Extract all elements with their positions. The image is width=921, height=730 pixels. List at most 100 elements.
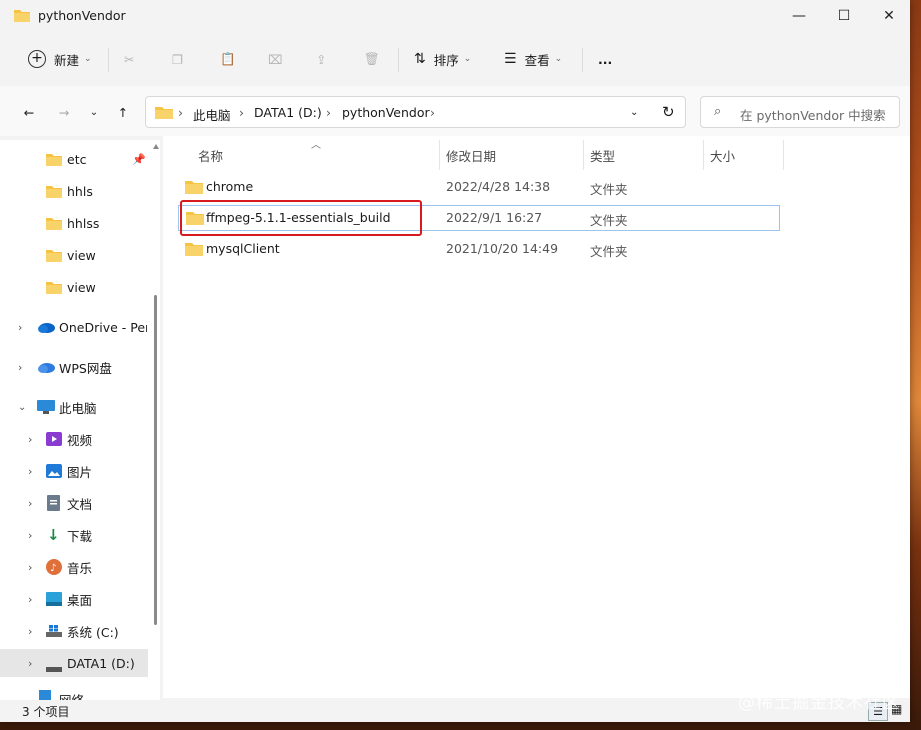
sidebar-item-music[interactable]: › ♪ 音乐	[0, 553, 148, 581]
title-bar: pythonVendor — ☐ ✕	[0, 0, 910, 32]
folder-icon	[14, 8, 30, 25]
share-button[interactable]: ⇪	[316, 46, 326, 72]
watermark: @稀土掘金技术社区	[738, 693, 900, 713]
copy-icon: ❐	[172, 51, 184, 67]
sidebar-item-onedrive[interactable]: › OneDrive - Pers	[0, 313, 148, 341]
chevron-right-icon[interactable]: ›	[28, 593, 32, 606]
chevron-down-icon: ⌄	[463, 54, 472, 64]
file-type: 文件夹	[590, 213, 628, 228]
delete-button[interactable]: 🗑	[364, 46, 380, 72]
breadcrumb-pythonvendor[interactable]: pythonVendor	[342, 105, 430, 120]
new-button[interactable]: + 新建 ⌄	[28, 46, 92, 72]
highlight-annotation	[180, 200, 422, 236]
sort-label: 排序	[433, 52, 459, 68]
refresh-icon[interactable]: ↻	[662, 103, 675, 121]
breadcrumb-separator: ›	[178, 105, 183, 120]
cut-button[interactable]: ✂	[124, 46, 134, 72]
sidebar-item-label: 系统 (C:)	[67, 624, 119, 640]
arrow-up-icon: ↑	[117, 104, 129, 120]
recent-button[interactable]: ⌄	[82, 100, 106, 124]
up-button[interactable]: ↑	[111, 100, 135, 124]
address-history-chevron-icon[interactable]: ⌄	[630, 107, 638, 118]
view-button[interactable]: ☰ 查看 ⌄	[504, 46, 562, 72]
sidebar-item-view[interactable]: view	[0, 241, 148, 269]
pin-icon[interactable]: 📌	[132, 153, 146, 166]
sidebar-item-pictures[interactable]: › 图片	[0, 457, 148, 485]
sidebar-item-this-pc[interactable]: ⌄ 此电脑	[0, 393, 148, 421]
forward-button[interactable]: →	[52, 100, 76, 124]
more-button[interactable]: ...	[598, 46, 612, 72]
sidebar-item-wps[interactable]: › WPS网盘	[0, 353, 148, 381]
minimize-button[interactable]: —	[776, 0, 822, 32]
column-header-size[interactable]: 大小	[710, 146, 735, 164]
table-row[interactable]: chrome 2022/4/28 14:38 文件夹	[178, 174, 780, 200]
column-separator[interactable]	[583, 140, 584, 170]
more-label: ...	[598, 51, 613, 67]
sidebar-item-hhls[interactable]: hhls	[0, 177, 148, 205]
sidebar-item-label: DATA1 (D:)	[67, 655, 135, 671]
sidebar-item-label: hhls	[67, 183, 93, 199]
share-icon: ⇪	[316, 51, 327, 67]
sidebar-item-downloads[interactable]: › ↓ 下载	[0, 521, 148, 549]
view-label: 查看	[524, 52, 550, 68]
address-bar[interactable]: › 此电脑 › DATA1 (D:) › pythonVendor › ⌄ ↻	[145, 96, 686, 128]
arrow-left-icon: ←	[23, 104, 35, 120]
column-separator[interactable]	[703, 140, 704, 170]
music-icon: ♪	[46, 559, 62, 578]
chevron-right-icon[interactable]: ›	[18, 361, 22, 374]
sort-button[interactable]: ⇅ 排序 ⌄	[414, 46, 471, 72]
sidebar-item-label: 此电脑	[59, 400, 97, 416]
folder-icon	[46, 249, 62, 265]
chevron-right-icon[interactable]: ›	[28, 625, 32, 638]
sidebar-item-documents[interactable]: › 文档	[0, 489, 148, 517]
cloud-icon	[37, 321, 55, 336]
search-input[interactable]: 在 pythonVendor 中搜索	[740, 105, 886, 124]
chevron-right-icon[interactable]: ›	[28, 529, 32, 542]
breadcrumb-this-pc[interactable]: 此电脑	[193, 105, 231, 124]
close-button[interactable]: ✕	[866, 0, 910, 32]
scrollbar-up-arrow[interactable]	[153, 144, 159, 149]
sidebar-item-etc[interactable]: etc 📌	[0, 145, 148, 173]
rename-button[interactable]: ⌧	[268, 46, 282, 72]
file-date: 2022/9/1 16:27	[446, 210, 543, 225]
column-separator[interactable]	[439, 140, 440, 170]
search-box[interactable]: ⌕ 在 pythonVendor 中搜索	[700, 96, 900, 128]
chevron-right-icon[interactable]: ›	[28, 465, 32, 478]
scrollbar-thumb[interactable]	[154, 295, 157, 625]
copy-button[interactable]: ❐	[172, 46, 183, 72]
chevron-right-icon[interactable]: ›	[28, 657, 32, 670]
back-button[interactable]: ←	[17, 100, 41, 124]
column-header-date[interactable]: 修改日期	[446, 146, 496, 164]
folder-icon	[185, 180, 203, 197]
sidebar-item-drive-d[interactable]: › DATA1 (D:)	[0, 649, 148, 677]
sidebar-item-network[interactable]: 网络	[0, 686, 148, 700]
monitor-icon	[37, 400, 55, 417]
column-header-type[interactable]: 类型	[590, 146, 615, 164]
sidebar-item-view[interactable]: view	[0, 273, 148, 301]
maximize-button[interactable]: ☐	[821, 0, 867, 32]
chevron-right-icon[interactable]: ›	[18, 321, 22, 334]
chevron-right-icon[interactable]: ›	[28, 433, 32, 446]
sidebar-item-desktop[interactable]: › 桌面	[0, 585, 148, 613]
table-row[interactable]: mysqlClient 2021/10/20 14:49 文件夹	[178, 236, 780, 262]
column-header-name[interactable]: 名称	[198, 146, 223, 164]
paste-button[interactable]: 📋	[220, 46, 236, 72]
sidebar-item-label: 网络	[59, 690, 84, 700]
file-type: 文件夹	[590, 244, 628, 259]
file-name: chrome	[206, 179, 254, 194]
sidebar-item-drive-c[interactable]: › 系统 (C:)	[0, 617, 148, 645]
sidebar-item-videos[interactable]: › 视频	[0, 425, 148, 453]
chevron-down-icon[interactable]: ⌄	[18, 402, 26, 413]
breadcrumb-separator: ›	[430, 105, 435, 120]
sidebar-item-hhlss[interactable]: hhlss	[0, 209, 148, 237]
chevron-right-icon[interactable]: ›	[28, 497, 32, 510]
sidebar-scrollbar[interactable]	[152, 140, 160, 700]
chevron-right-icon[interactable]: ›	[28, 561, 32, 574]
sidebar-item-label: 文档	[67, 496, 93, 512]
breadcrumb-data1[interactable]: DATA1 (D:)	[254, 105, 322, 120]
file-date: 2021/10/20 14:49	[446, 241, 559, 256]
column-separator[interactable]	[783, 140, 784, 170]
cloud-icon	[37, 361, 55, 376]
search-icon: ⌕	[714, 104, 722, 119]
chevron-down-icon: ⌄	[554, 54, 563, 64]
